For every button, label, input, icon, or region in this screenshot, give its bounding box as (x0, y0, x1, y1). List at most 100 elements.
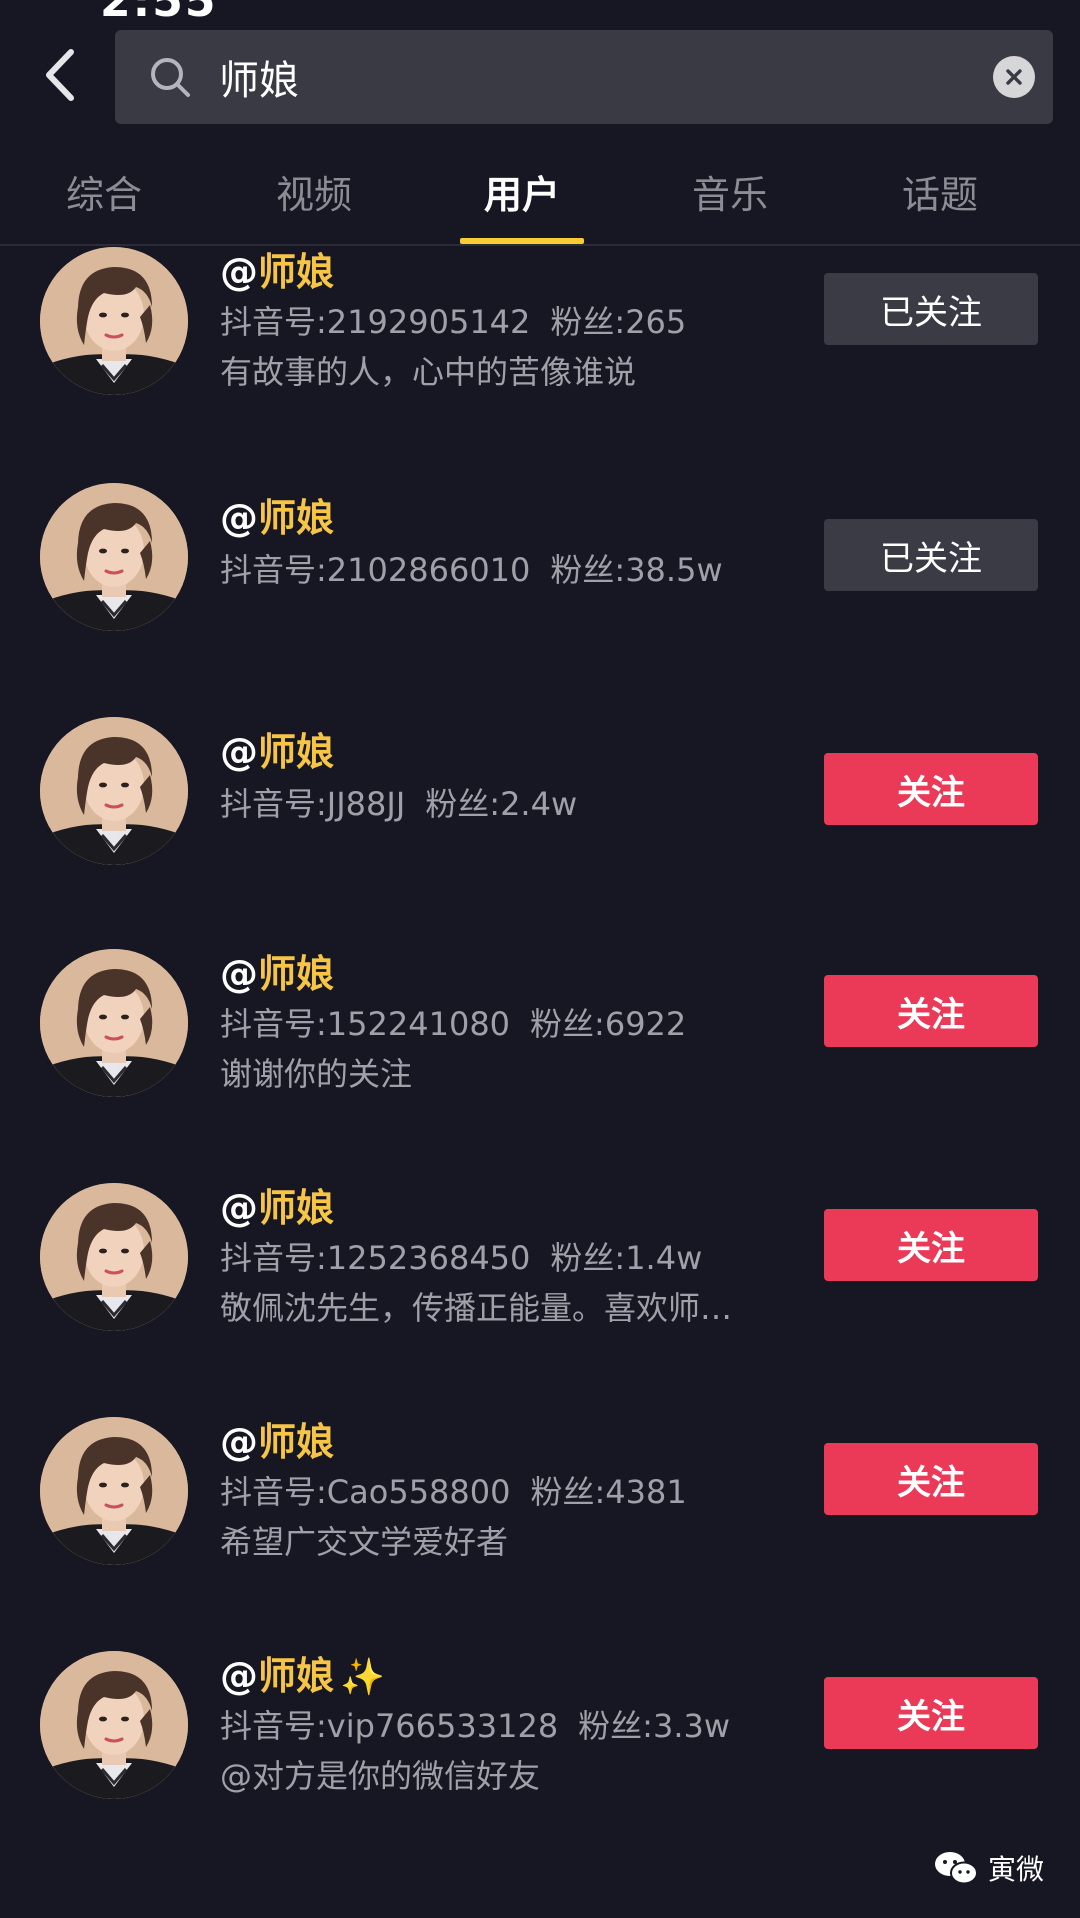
user-meta: 抖音号:Cao558800 粉丝:4381 (220, 1467, 687, 1513)
fans-label: 粉丝: (578, 1707, 653, 1745)
user-name-at: @ (220, 250, 258, 294)
douyin-id-label: 抖音号: (220, 1473, 327, 1511)
user-name[interactable]: @师娘 ✨ (220, 1645, 385, 1700)
following-button[interactable]: 已关注 (824, 273, 1038, 345)
user-meta: 抖音号:152241080 粉丝:6922 (220, 999, 686, 1045)
user-meta: 抖音号:vip766533128 粉丝:3.3w (220, 1701, 730, 1747)
fans-label: 粉丝: (550, 551, 626, 589)
fans-label: 粉丝: (530, 1005, 605, 1043)
search-input[interactable] (203, 30, 959, 124)
fans-label: 粉丝: (550, 303, 626, 341)
avatar-image (40, 949, 188, 1097)
user-row[interactable]: @师娘 ✨ 抖音号:vip766533128 粉丝:3.3w @对方是你的微信好友 关注 (0, 1649, 1080, 1883)
avatar[interactable] (40, 1651, 188, 1799)
user-name[interactable]: @师娘 (220, 241, 334, 296)
user-name-at: @ (220, 1420, 258, 1464)
user-bio: 敬佩沈先生，传播正能量。喜欢师… (220, 1289, 733, 1327)
top-bar: 2:55 (0, 0, 1080, 150)
avatar-image (40, 1651, 188, 1799)
user-row[interactable]: @师娘 抖音号:2102866010 粉丝:38.5w 已关注 (0, 479, 1080, 713)
avatar[interactable] (40, 949, 188, 1097)
user-name-at: @ (220, 730, 258, 774)
user-name[interactable]: @师娘 (220, 1177, 334, 1232)
fans-label: 粉丝: (550, 1239, 626, 1277)
user-name-text: 师娘 (258, 730, 335, 774)
douyin-id: JJ88JJ (326, 785, 406, 823)
follow-button[interactable]: 关注 (824, 753, 1038, 825)
user-name-text: 师娘 (258, 1186, 335, 1230)
tab-users[interactable]: 用户 (422, 164, 622, 238)
sparkle-icon: ✨ (340, 1657, 385, 1698)
user-meta: 抖音号:1252368450 粉丝:1.4w (220, 1233, 702, 1279)
avatar[interactable] (40, 1417, 188, 1565)
chevron-left-icon (46, 49, 74, 101)
user-meta: 抖音号:2192905142 粉丝:265 (220, 297, 686, 343)
fans-count: 6922 (604, 1005, 687, 1043)
wechat-icon (934, 1852, 978, 1885)
user-row[interactable]: @师娘 抖音号:1252368450 粉丝:1.4w 敬佩沈先生，传播正能量。喜欢师…… (0, 1181, 1080, 1415)
close-icon (1006, 69, 1022, 85)
follow-button[interactable]: 关注 (824, 1443, 1038, 1515)
douyin-id: 2102866010 (326, 551, 531, 589)
tab-comprehensive[interactable]: 综合 (4, 164, 204, 238)
fans-count: 1.4w (625, 1239, 703, 1277)
user-row[interactable]: @师娘 抖音号:152241080 粉丝:6922 谢谢你的关注 关注 (0, 947, 1080, 1181)
user-name[interactable]: @师娘 (220, 487, 334, 542)
fans-count: 3.3w (652, 1707, 731, 1745)
douyin-id-label: 抖音号: (220, 1707, 327, 1745)
status-time: 2:55 (100, 0, 218, 27)
fans-label: 粉丝: (530, 1473, 606, 1511)
avatar-image (40, 1417, 188, 1565)
douyin-id-label: 抖音号: (220, 551, 327, 589)
user-name-text: 师娘 (258, 496, 335, 540)
follow-button[interactable]: 关注 (824, 1209, 1038, 1281)
user-name[interactable]: @师娘 (220, 1411, 334, 1466)
douyin-id: 152241080 (326, 1005, 511, 1043)
user-meta: 抖音号:2102866010 粉丝:38.5w (220, 545, 723, 591)
user-bio: 谢谢你的关注 (220, 1055, 413, 1093)
avatar[interactable] (40, 247, 188, 395)
back-button[interactable] (30, 40, 90, 110)
avatar-image (40, 1183, 188, 1331)
user-name-at: @ (220, 952, 258, 996)
user-row[interactable]: @师娘 抖音号:Cao558800 粉丝:4381 希望广交文学爱好者 关注 (0, 1415, 1080, 1649)
user-name-text: 师娘 (258, 250, 335, 294)
search-tabs: 综合 视频 用户 音乐 话题 (0, 150, 1080, 246)
following-button[interactable]: 已关注 (824, 519, 1038, 591)
search-box[interactable] (115, 30, 1053, 124)
fans-label: 粉丝: (425, 785, 501, 823)
avatar[interactable] (40, 717, 188, 865)
tab-music[interactable]: 音乐 (630, 164, 830, 238)
user-bio: 希望广交文学爱好者 (220, 1523, 509, 1561)
avatar-image (40, 483, 188, 631)
follow-button[interactable]: 关注 (824, 1677, 1038, 1749)
avatar[interactable] (40, 483, 188, 631)
douyin-id-label: 抖音号: (220, 303, 327, 341)
douyin-id: vip766533128 (326, 1707, 559, 1745)
user-name-at: @ (220, 1186, 258, 1230)
watermark: 寅微 (934, 1848, 1044, 1888)
avatar-image (40, 247, 188, 395)
user-bio: @对方是你的微信好友 (220, 1757, 541, 1795)
tab-topics[interactable]: 话题 (840, 164, 1040, 238)
fans-count: 4381 (605, 1473, 687, 1511)
user-name[interactable]: @师娘 (220, 943, 334, 998)
user-name-at: @ (220, 496, 258, 540)
user-name[interactable]: @师娘 (220, 721, 334, 776)
douyin-id: 1252368450 (326, 1239, 531, 1277)
search-icon (151, 58, 190, 97)
douyin-id: Cao558800 (326, 1473, 511, 1511)
clear-search-button[interactable] (993, 56, 1035, 98)
user-name-text: 师娘 (258, 1654, 335, 1698)
user-name-at: @ (220, 1654, 258, 1698)
user-row[interactable]: @师娘 抖音号:JJ88JJ 粉丝:2.4w 关注 (0, 713, 1080, 947)
user-row[interactable]: @师娘 抖音号:2192905142 粉丝:265 有故事的人，心中的苦像谁说 已关注 (0, 245, 1080, 479)
avatar[interactable] (40, 1183, 188, 1331)
douyin-id-label: 抖音号: (220, 785, 327, 823)
follow-button[interactable]: 关注 (824, 975, 1038, 1047)
douyin-id-label: 抖音号: (220, 1005, 327, 1043)
active-tab-indicator (460, 238, 584, 244)
watermark-text: 寅微 (987, 1853, 1044, 1886)
douyin-id: 2192905142 (326, 303, 531, 341)
tab-videos[interactable]: 视频 (214, 164, 414, 238)
